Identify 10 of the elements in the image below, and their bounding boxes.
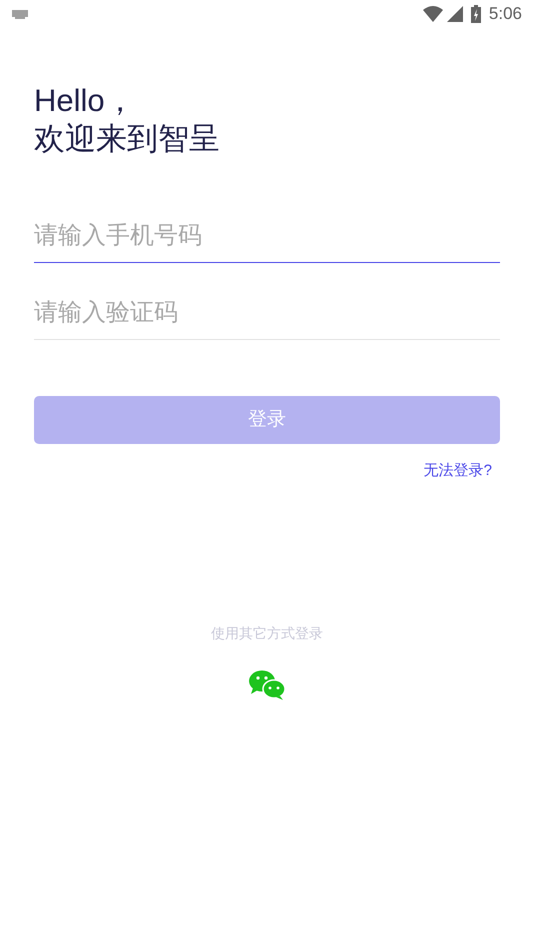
input-field[interactable]: 请输入手机号码 <box>34 210 500 263</box>
keyboard-icon <box>12 10 28 18</box>
wifi-icon <box>422 6 443 22</box>
battery-icon <box>470 5 481 23</box>
greeting-text: Hello， <box>34 82 137 120</box>
wechat-icon[interactable] <box>248 670 286 700</box>
welcome-text: 欢迎来到智呈 <box>34 120 221 158</box>
clock-time: 5:06 <box>488 3 522 26</box>
signal-icon <box>446 6 463 22</box>
cannot-login-link[interactable]: 无法登录? <box>424 460 492 482</box>
